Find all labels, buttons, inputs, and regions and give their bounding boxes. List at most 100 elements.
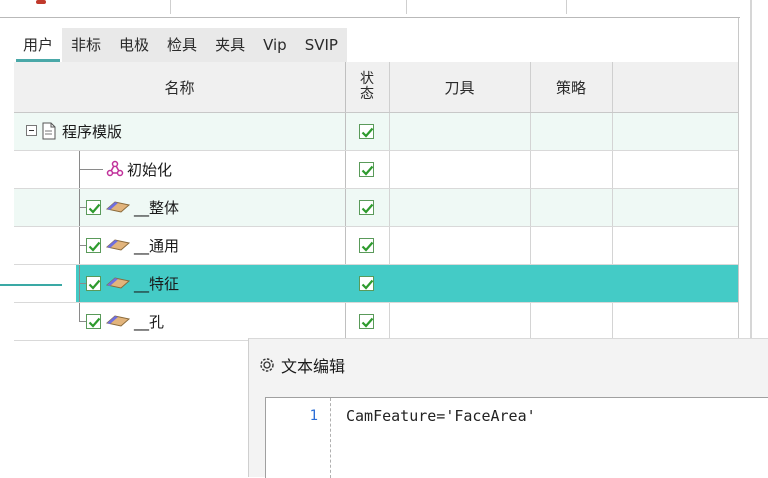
gutter-divider [330, 398, 332, 478]
strategy-cell [530, 189, 613, 226]
checkmark-icon [88, 203, 101, 214]
status-cell [345, 113, 390, 150]
row-label: __整体 [134, 199, 180, 217]
extra-cell [612, 113, 738, 150]
code-editor[interactable]: 1 CamFeature='FaceArea' [265, 397, 768, 478]
tool-cell [389, 113, 531, 150]
status-cell [345, 151, 390, 188]
table-row[interactable]: __通用 [14, 227, 738, 265]
tab-user[interactable]: 用户 [14, 28, 63, 62]
tree-node-icon [106, 160, 124, 177]
strategy-cell [530, 113, 613, 150]
strategy-cell [530, 265, 613, 302]
checkmark-icon [361, 203, 374, 214]
table-row[interactable]: __孔 [14, 303, 738, 341]
name-cell: __孔 [14, 303, 346, 340]
code-line[interactable]: CamFeature='FaceArea' [346, 407, 536, 425]
table-header: 名称 状 态 刀具 策略 [14, 62, 738, 113]
tab-svip[interactable]: SVIP [296, 28, 347, 62]
row-label: 初始化 [127, 161, 173, 179]
status-checkbox[interactable] [359, 276, 374, 291]
row-checkbox[interactable] [86, 238, 101, 253]
checkmark-icon [361, 241, 374, 252]
extra-cell [612, 265, 738, 302]
status-cell [345, 265, 390, 302]
line-number-gutter: 1 [266, 398, 330, 478]
top-divider [0, 17, 740, 18]
table-right-border [738, 18, 739, 338]
category-tabs: 用户 非标 电极 检具 夹具 Vip SVIP [14, 28, 347, 62]
column-header-tool[interactable]: 刀具 [389, 62, 531, 112]
row-label: 程序模版 [62, 123, 123, 141]
status-cell [345, 227, 390, 264]
name-cell: __整体 [14, 189, 346, 226]
table-row[interactable]: __整体 [14, 189, 738, 227]
checkmark-icon [88, 317, 101, 328]
tab-fixture[interactable]: 夹具 [206, 28, 254, 62]
row-checkbox[interactable] [86, 314, 101, 329]
column-header-name[interactable]: 名称 [14, 62, 346, 112]
tab-electrode[interactable]: 电极 [110, 28, 158, 62]
column-header-status[interactable]: 状 态 [345, 62, 390, 112]
status-header-line2: 态 [360, 86, 374, 102]
checkmark-icon [361, 165, 374, 176]
program-template-table: 名称 状 态 刀具 策略 程序模版 初始化 __整体 __通用 __特征 __孔 [14, 62, 738, 341]
row-label: __孔 [134, 313, 165, 331]
status-checkbox[interactable] [359, 124, 374, 139]
eraser-icon [105, 201, 131, 213]
status-checkbox[interactable] [359, 238, 374, 253]
extra-cell [612, 189, 738, 226]
checkmark-icon [361, 279, 374, 290]
tree-line [79, 169, 103, 170]
tree-line [79, 303, 80, 321]
top-seg-2 [170, 0, 407, 14]
checkmark-icon [88, 279, 101, 290]
table-row-selected[interactable]: __特征 [14, 265, 738, 303]
status-cell [345, 303, 390, 340]
collapse-toggle-icon[interactable] [26, 125, 37, 136]
extra-cell [612, 227, 738, 264]
status-checkbox[interactable] [359, 314, 374, 329]
strategy-cell [530, 303, 613, 340]
status-header-line1: 状 [360, 71, 374, 87]
tool-cell [389, 189, 531, 226]
checkmark-icon [361, 317, 374, 328]
tab-vip[interactable]: Vip [254, 28, 296, 62]
gear-icon [260, 358, 274, 372]
tool-cell [389, 151, 531, 188]
dialog-title-bar[interactable]: 文本编辑 [259, 353, 345, 377]
strategy-cell [530, 151, 613, 188]
table-row[interactable]: 程序模版 [14, 113, 738, 151]
row-label: __特征 [134, 275, 180, 293]
name-cell: __特征 [14, 265, 346, 302]
eraser-icon [105, 315, 131, 327]
extra-cell [612, 151, 738, 188]
dialog-title: 文本编辑 [281, 357, 346, 376]
selection-accent-line [0, 284, 62, 286]
name-cell: __通用 [14, 227, 346, 264]
checkmark-icon [361, 127, 374, 138]
status-checkbox[interactable] [359, 162, 374, 177]
tab-nonstandard[interactable]: 非标 [62, 28, 110, 62]
column-header-strategy[interactable]: 策略 [530, 62, 613, 112]
tool-cell [389, 227, 531, 264]
top-seg-1 [0, 0, 171, 14]
eraser-icon [105, 239, 131, 251]
top-seg-3 [406, 0, 567, 14]
tab-gauge[interactable]: 检具 [158, 28, 206, 62]
tool-cell [389, 265, 531, 302]
row-label: __通用 [134, 237, 180, 255]
checkmark-icon [88, 241, 101, 252]
name-cell: 程序模版 [14, 113, 346, 150]
status-checkbox[interactable] [359, 200, 374, 215]
column-header-empty [612, 62, 738, 112]
table-row[interactable]: 初始化 [14, 151, 738, 189]
top-panel-strip [0, 0, 740, 18]
name-cell: 初始化 [14, 151, 346, 188]
document-icon [42, 122, 56, 140]
right-splitter[interactable] [750, 0, 752, 346]
row-checkbox[interactable] [86, 276, 101, 291]
row-checkbox[interactable] [86, 200, 101, 215]
eraser-icon [105, 277, 131, 289]
line-number: 1 [309, 408, 318, 424]
